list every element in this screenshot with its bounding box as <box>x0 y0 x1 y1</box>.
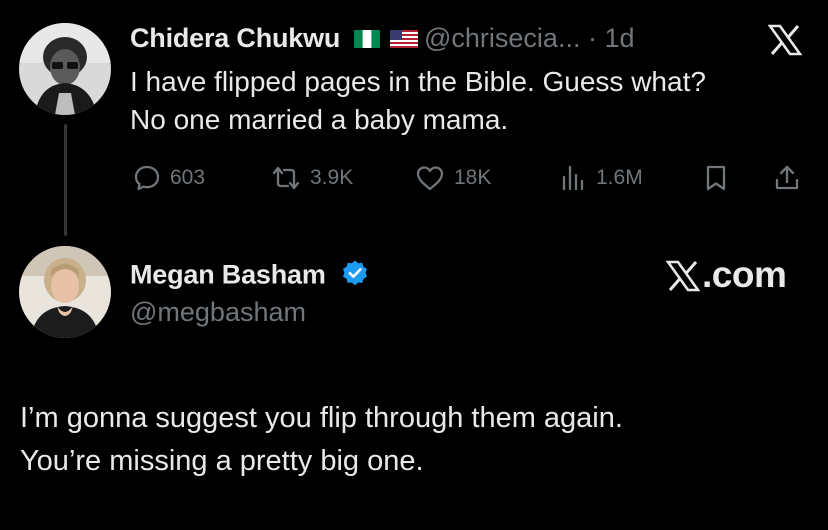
usa-flag-icon <box>389 24 418 55</box>
tweet-actions-bar: 603 3.9K 18K 1.6M <box>128 160 808 196</box>
views-chart-icon <box>562 165 584 191</box>
x-brand-logo-icon <box>665 259 701 292</box>
heart-icon <box>416 166 444 191</box>
handle-and-time[interactable]: @chrisecia... · 1d <box>424 23 634 54</box>
reply-author-name-text: Megan Basham <box>130 259 326 290</box>
bookmark-icon <box>706 165 726 191</box>
like-button[interactable]: 18K <box>414 160 491 196</box>
reply-text-line-1: I’m gonna suggest you flip through them … <box>20 402 623 434</box>
author-name-text: Chidera Chukwu <box>130 23 341 53</box>
reply-handle[interactable]: @megbasham <box>130 297 306 328</box>
bookmark-button[interactable] <box>702 160 730 196</box>
share-button[interactable] <box>772 160 802 196</box>
brand-label: .com <box>702 254 787 295</box>
reply-author-name[interactable]: Megan Basham <box>130 259 369 294</box>
author-name[interactable]: Chidera Chukwu <box>130 23 418 55</box>
repost-button[interactable]: 3.9K <box>270 160 353 196</box>
tweet-text-line-1: I have flipped pages in the Bible. Guess… <box>130 66 706 97</box>
views-count: 1.6M <box>596 166 643 189</box>
reply-button[interactable]: 603 <box>132 160 205 196</box>
repost-count: 3.9K <box>310 166 354 189</box>
tweet-text: I have flipped pages in the Bible. Guess… <box>130 63 706 139</box>
x-com-brand: .com <box>665 254 787 296</box>
reply-text-line-2: You’re missing a pretty big one. <box>20 445 424 477</box>
thread-connector-line <box>64 124 67 236</box>
views-button[interactable]: 1.6M <box>560 160 643 196</box>
reply-icon <box>134 165 160 191</box>
like-count: 18K <box>454 166 492 189</box>
reply-text: I’m gonna suggest you flip through them … <box>20 397 623 483</box>
tweet-text-line-2: No one married a baby mama. <box>130 104 509 135</box>
share-icon <box>775 165 799 190</box>
nigeria-flag-icon <box>353 24 380 55</box>
reply-count: 603 <box>170 166 206 189</box>
verified-badge-icon <box>341 259 369 294</box>
x-logo-icon[interactable] <box>767 24 803 56</box>
repost-icon <box>272 166 300 190</box>
chidera-avatar[interactable] <box>19 23 111 115</box>
megan-avatar[interactable] <box>19 246 111 338</box>
